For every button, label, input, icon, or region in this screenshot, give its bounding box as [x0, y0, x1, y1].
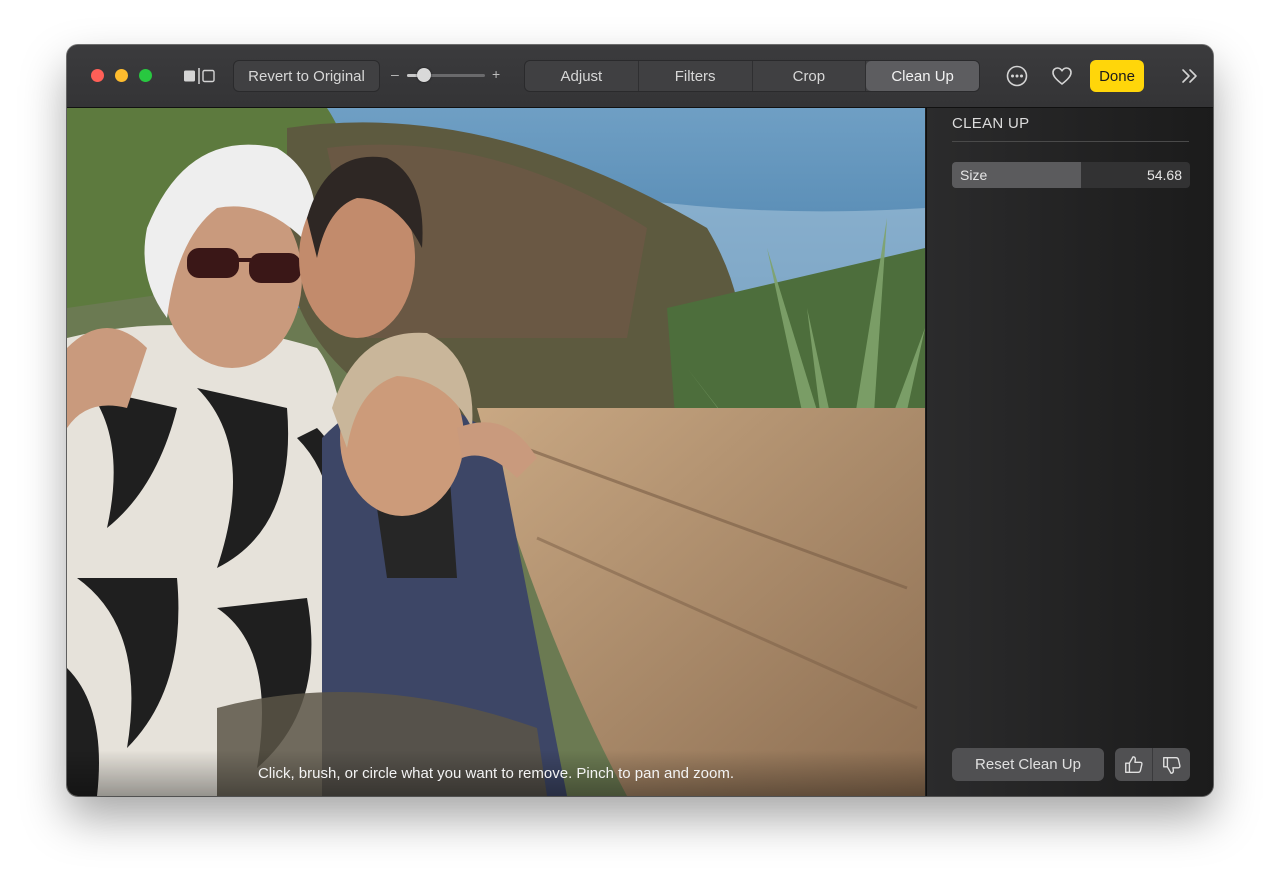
thumbs-down-button[interactable]	[1153, 748, 1190, 781]
tab-crop[interactable]: Crop	[753, 61, 867, 91]
brush-size-label: Size	[960, 167, 988, 183]
ellipsis-circle-icon	[1006, 65, 1028, 87]
minimize-button[interactable]	[115, 69, 128, 82]
heart-icon	[1052, 67, 1072, 85]
thumbs-down-icon	[1162, 756, 1181, 774]
split-view-icon	[184, 68, 215, 84]
fullscreen-button[interactable]	[139, 69, 152, 82]
panel-divider	[952, 141, 1189, 142]
favorite-button[interactable]	[1050, 64, 1074, 88]
panel-title: CLEAN UP	[952, 115, 1030, 132]
double-chevron-right-icon	[1182, 69, 1197, 83]
thumbs-up-button[interactable]	[1115, 748, 1153, 781]
toolbar-overflow-button[interactable]	[1178, 64, 1202, 88]
done-button[interactable]: Done	[1090, 60, 1144, 92]
more-options-button[interactable]	[1005, 64, 1029, 88]
zoom-slider-knob[interactable]	[417, 68, 432, 82]
tab-adjust[interactable]: Adjust	[525, 61, 639, 91]
compare-original-button[interactable]	[183, 68, 215, 84]
clean-up-hint: Click, brush, or circle what you want to…	[67, 750, 925, 796]
thumbs-up-icon	[1124, 755, 1143, 773]
zoom-out-icon[interactable]: –	[391, 66, 399, 82]
photo-image	[67, 108, 925, 796]
revert-to-original-button[interactable]: Revert to Original	[233, 60, 380, 92]
toolbar: Revert to Original – + Adjust Filters Cr…	[67, 45, 1213, 108]
edit-mode-tabs: Adjust Filters Crop Clean Up	[524, 60, 980, 92]
tab-filters[interactable]: Filters	[639, 61, 753, 91]
brush-size-value: 54.68	[1146, 167, 1182, 183]
close-button[interactable]	[91, 69, 104, 82]
feedback-buttons	[1115, 748, 1190, 781]
brush-size-slider[interactable]: Size 54.68	[952, 162, 1190, 188]
photo-canvas[interactable]: Click, brush, or circle what you want to…	[67, 108, 925, 796]
tab-clean-up[interactable]: Clean Up	[866, 61, 979, 91]
zoom-in-icon[interactable]: +	[492, 66, 500, 82]
photos-editor-window: Revert to Original – + Adjust Filters Cr…	[67, 45, 1213, 796]
reset-clean-up-button[interactable]: Reset Clean Up	[952, 748, 1104, 781]
clean-up-panel: CLEAN UP Size 54.68 Reset Clean Up	[926, 108, 1213, 796]
